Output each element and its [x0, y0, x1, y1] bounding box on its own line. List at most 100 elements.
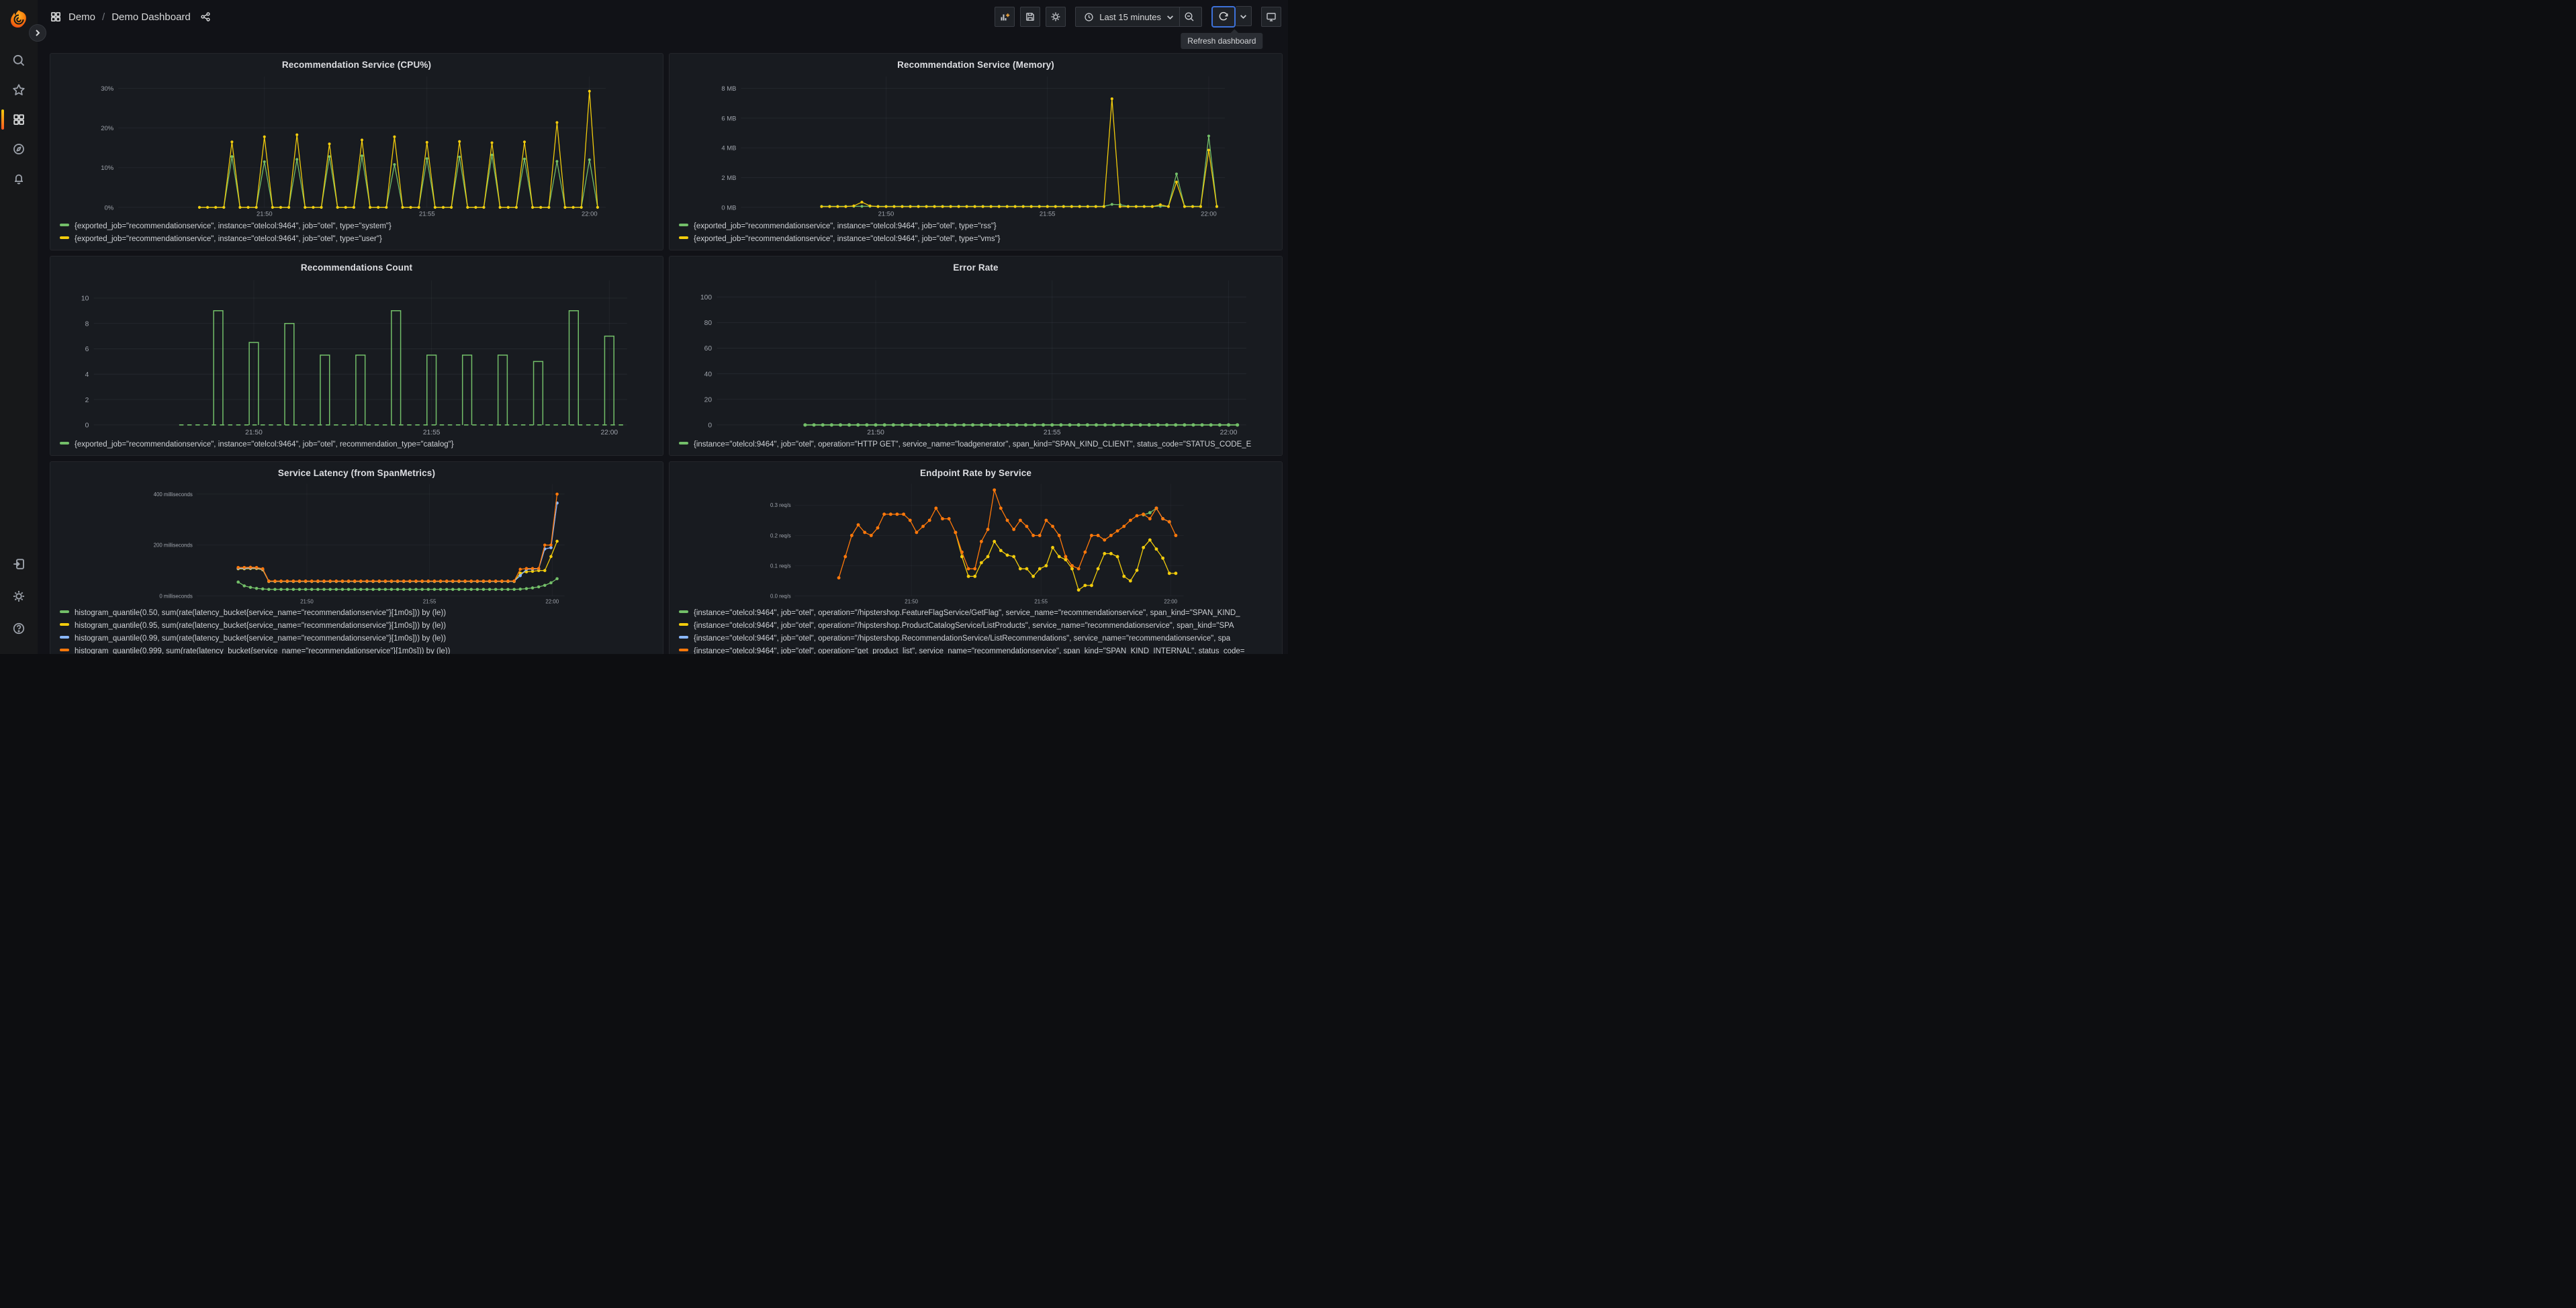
svg-text:20: 20: [704, 396, 712, 404]
svg-text:0 MB: 0 MB: [721, 204, 736, 212]
dashboard-settings-button[interactable]: [1046, 7, 1066, 27]
legend-swatch: [60, 442, 69, 445]
legend-label: {exported_job="recommendationservice", i…: [75, 235, 382, 243]
svg-text:6 MB: 6 MB: [721, 115, 736, 122]
share-dashboard-icon[interactable]: [200, 11, 211, 22]
breadcrumb-dashboard-title[interactable]: Demo Dashboard: [111, 11, 191, 23]
time-range-group: Last 15 minutes: [1075, 7, 1202, 27]
sidebar-expand-button[interactable]: [29, 24, 46, 42]
breadcrumb-separator: /: [102, 11, 105, 23]
zoom-out-button[interactable]: [1180, 7, 1199, 26]
legend-item[interactable]: {exported_job="recommendationservice", i…: [679, 220, 1275, 233]
svg-text:22:00: 22:00: [582, 211, 598, 218]
refresh-tooltip: Refresh dashboard: [1181, 33, 1263, 49]
sidebar-item-dashboards[interactable]: [1, 105, 32, 134]
svg-text:21:55: 21:55: [423, 428, 441, 436]
legend-item[interactable]: {instance="otelcol:9464", job="otel", op…: [679, 645, 1275, 654]
legend-swatch: [679, 236, 688, 239]
refresh-icon: [1219, 11, 1228, 21]
chart-recommendation-memory[interactable]: 21:50 21:55 22:00 0 MB 2 MB 4 MB 6 MB 8 MB: [676, 72, 1275, 219]
panel-recommendations-count: Recommendations Count 21:50 21:55 22:00 0 2 4…: [50, 256, 663, 456]
sidebar-item-help[interactable]: [5, 612, 32, 645]
legend-item[interactable]: histogram_quantile(0.50, sum(rate(latenc…: [60, 607, 656, 620]
legend-swatch: [60, 636, 69, 639]
chart-error-rate[interactable]: 21:50 21:55 22:00 0 20 40 60 80 100: [676, 275, 1275, 437]
sidebar-item-alerting[interactable]: [5, 164, 32, 193]
sidebar-item-explore[interactable]: [5, 134, 32, 164]
grafana-flame-icon: [11, 10, 26, 28]
refresh-interval-dropdown[interactable]: [1236, 6, 1252, 26]
panel-title[interactable]: Recommendations Count: [57, 261, 656, 275]
panel-title[interactable]: Endpoint Rate by Service: [676, 467, 1275, 480]
active-indicator: [1, 109, 4, 130]
legend-item[interactable]: {instance="otelcol:9464", job="otel", op…: [679, 620, 1275, 633]
legend-label: {instance="otelcol:9464", job="otel", op…: [694, 622, 1234, 630]
sidebar-item-settings[interactable]: [5, 580, 32, 612]
cycle-view-mode-button[interactable]: [1261, 7, 1281, 27]
svg-text:0.0 req/s: 0.0 req/s: [770, 594, 791, 600]
save-dashboard-button[interactable]: [1020, 7, 1041, 27]
legend-label: {exported_job="recommendationservice", i…: [75, 222, 392, 230]
legend-swatch: [60, 649, 69, 651]
svg-text:21:50: 21:50: [878, 211, 894, 218]
svg-text:100: 100: [700, 293, 712, 301]
svg-text:20%: 20%: [101, 125, 113, 132]
svg-text:0 milliseconds: 0 milliseconds: [159, 594, 193, 600]
panel-title[interactable]: Recommendation Service (CPU%): [57, 58, 656, 72]
svg-text:40: 40: [704, 371, 712, 378]
svg-text:21:55: 21:55: [1040, 211, 1056, 218]
refresh-button[interactable]: [1211, 6, 1236, 28]
sidebar-item-search[interactable]: [5, 46, 32, 75]
svg-text:10%: 10%: [101, 165, 113, 172]
legend-item[interactable]: {instance="otelcol:9464", job="otel", op…: [679, 438, 1275, 451]
legend-item[interactable]: {exported_job="recommendationservice", i…: [679, 233, 1275, 246]
legend-item[interactable]: {exported_job="recommendationservice", i…: [60, 438, 656, 451]
save-icon: [1026, 13, 1035, 21]
panel-legend: {exported_job="recommendationservice", i…: [60, 220, 656, 246]
panel-title[interactable]: Recommendation Service (Memory): [676, 58, 1275, 72]
time-range-picker[interactable]: Last 15 minutes: [1078, 7, 1179, 26]
svg-text:21:50: 21:50: [245, 428, 263, 436]
legend-item[interactable]: {instance="otelcol:9464", job="otel", op…: [679, 607, 1275, 620]
legend-swatch: [60, 610, 69, 613]
svg-text:21:50: 21:50: [905, 598, 918, 604]
svg-text:2: 2: [85, 396, 89, 404]
legend-swatch: [679, 610, 688, 613]
legend-label: histogram_quantile(0.999, sum(rate(laten…: [75, 647, 451, 654]
star-icon: [13, 84, 25, 95]
svg-text:0: 0: [85, 422, 89, 429]
clock-icon: [1085, 12, 1093, 21]
add-panel-button[interactable]: [995, 7, 1015, 27]
grafana-logo-icon[interactable]: [7, 8, 30, 31]
legend-swatch: [60, 236, 69, 239]
chevron-down-icon: [1167, 15, 1173, 19]
legend-label: {instance="otelcol:9464", job="otel", op…: [694, 609, 1240, 617]
gear-icon: [1051, 12, 1060, 21]
legend-item[interactable]: histogram_quantile(0.99, sum(rate(latenc…: [60, 633, 656, 645]
svg-text:21:50: 21:50: [867, 428, 884, 436]
legend-item[interactable]: histogram_quantile(0.95, sum(rate(latenc…: [60, 620, 656, 633]
chart-recommendation-cpu[interactable]: 21:50 21:55 22:00 0% 10% 20% 30%: [57, 72, 656, 219]
legend-label: histogram_quantile(0.95, sum(rate(latenc…: [75, 622, 447, 630]
sidebar-item-starred[interactable]: [5, 75, 32, 105]
panel-title[interactable]: Error Rate: [676, 261, 1275, 275]
legend-item[interactable]: {exported_job="recommendationservice", i…: [60, 233, 656, 246]
svg-text:2 MB: 2 MB: [721, 175, 736, 182]
legend-item[interactable]: {instance="otelcol:9464", job="otel", op…: [679, 633, 1275, 645]
legend-item[interactable]: {exported_job="recommendationservice", i…: [60, 220, 656, 233]
panel-title[interactable]: Service Latency (from SpanMetrics): [57, 467, 656, 480]
legend-item[interactable]: histogram_quantile(0.999, sum(rate(laten…: [60, 645, 656, 654]
sidebar-nav: [1, 46, 32, 193]
panel-error-rate: Error Rate 21:50 21:55 22:00 0 20 40 60 80 100 {…: [669, 256, 1283, 456]
svg-text:8: 8: [85, 320, 89, 328]
legend-swatch: [679, 636, 688, 639]
sidebar: [0, 0, 38, 654]
legend-label: histogram_quantile(0.50, sum(rate(latenc…: [75, 609, 447, 617]
sidebar-item-sign-in[interactable]: [5, 548, 32, 580]
breadcrumb-folder[interactable]: Demo: [68, 11, 95, 23]
chart-recommendations-count[interactable]: 21:50 21:55 22:00 0 2 4 6 8 10: [57, 275, 656, 437]
legend-swatch: [679, 224, 688, 226]
chart-endpoint-rate[interactable]: 21:50 21:55 22:00 0.0 req/s 0.1 req/s 0.2 req…: [676, 480, 1275, 606]
chart-service-latency[interactable]: 21:50 21:55 22:00 0 milliseconds 200 millise…: [57, 480, 656, 606]
svg-text:80: 80: [704, 320, 712, 327]
